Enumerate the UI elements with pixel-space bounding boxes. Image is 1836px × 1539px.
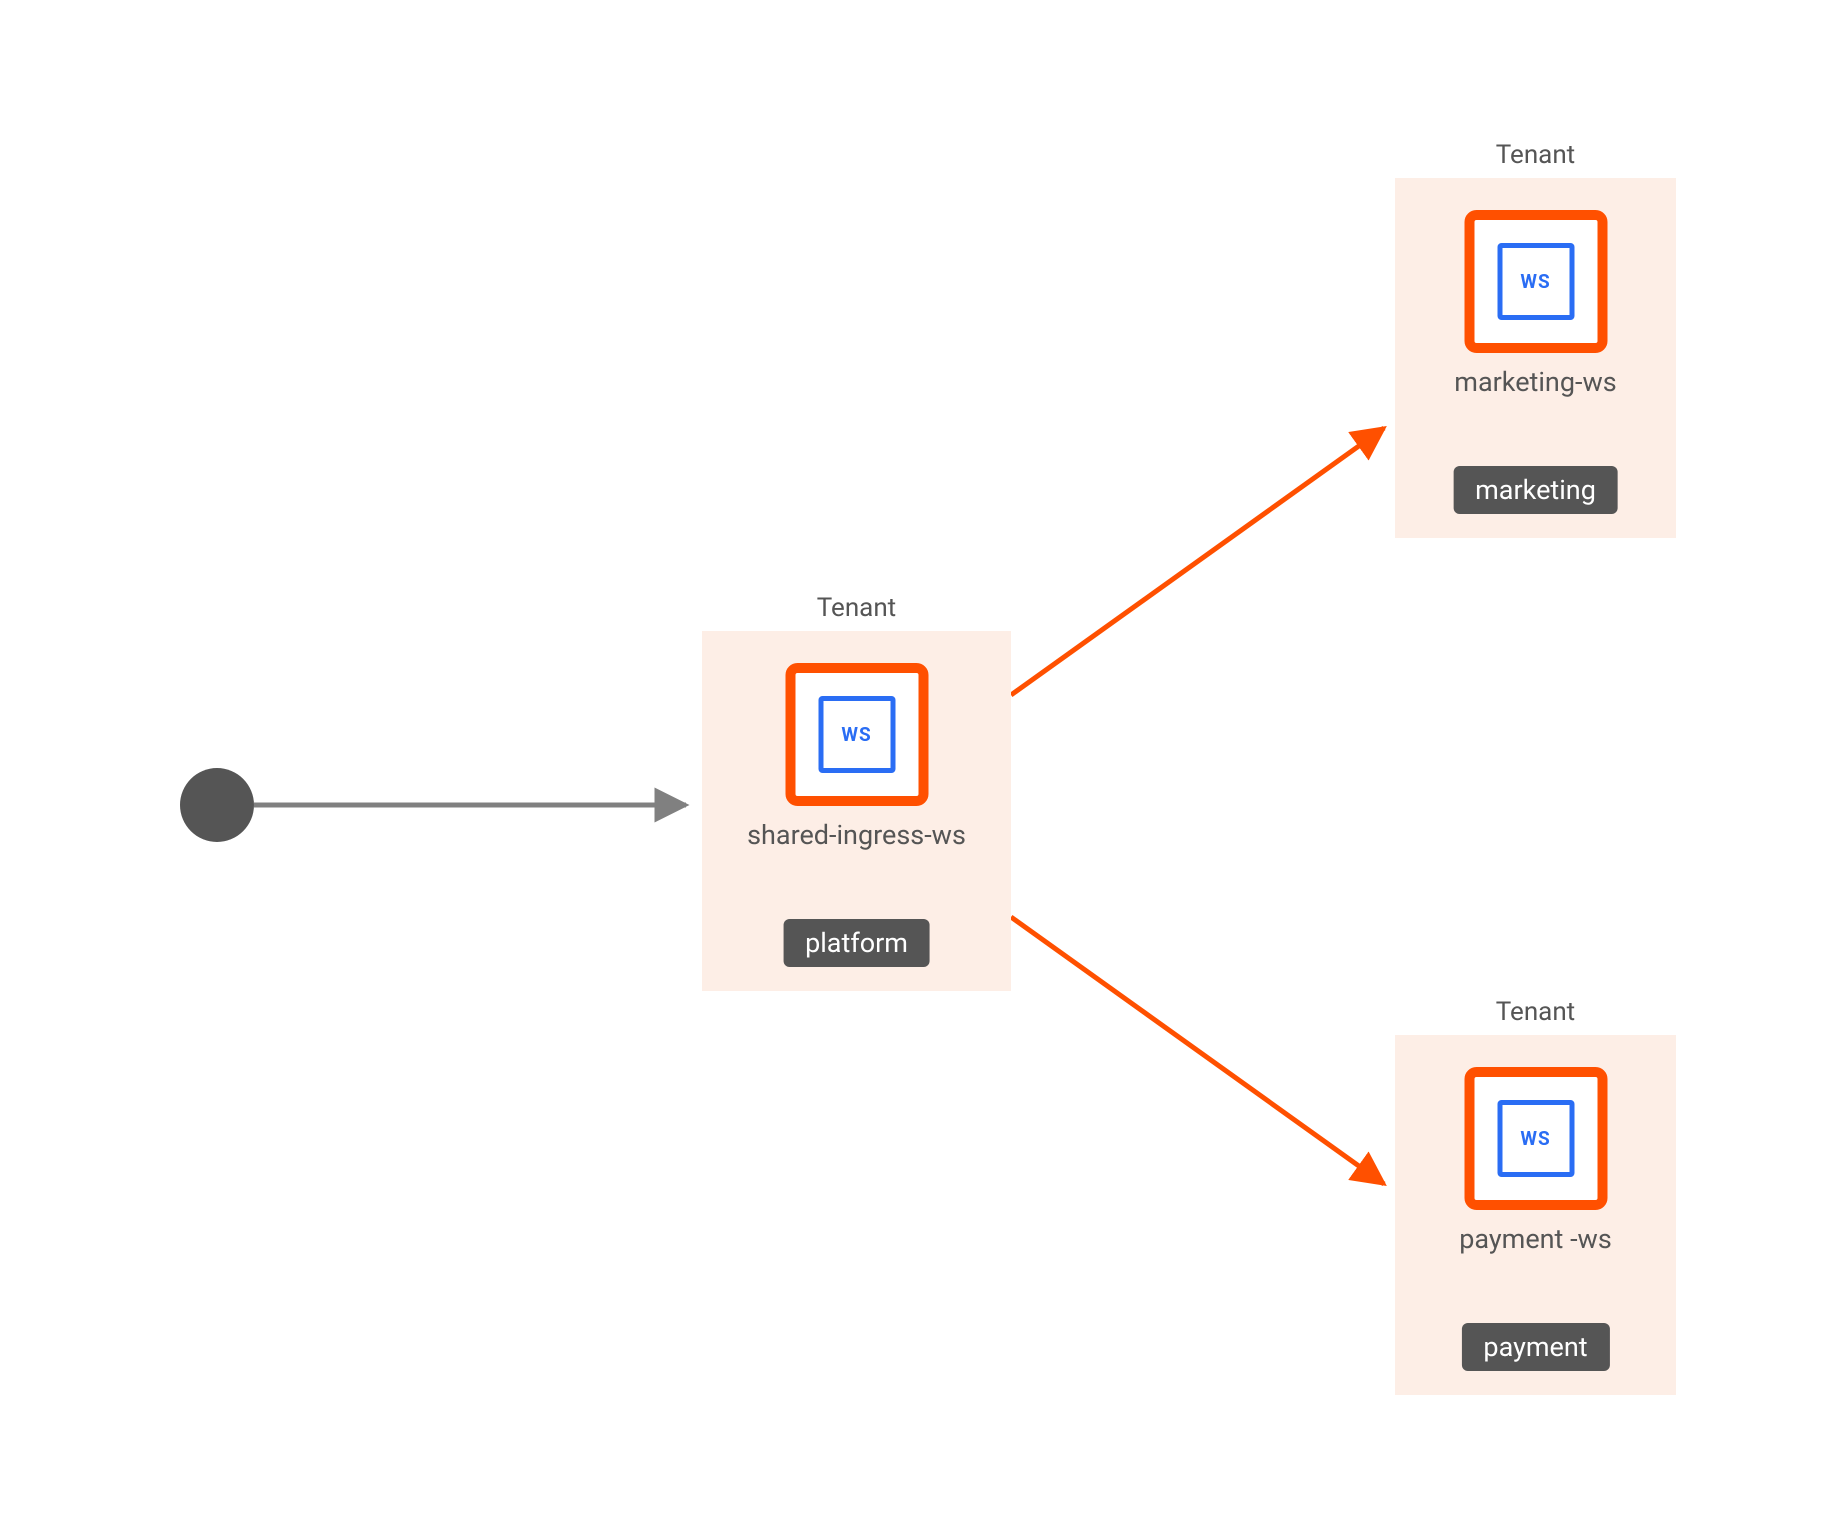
tenant-title: Tenant — [1395, 997, 1676, 1027]
tenant-title: Tenant — [702, 593, 1011, 623]
workspace-icon: WS — [785, 663, 928, 806]
workspace-name: shared-ingress-ws — [702, 819, 1011, 851]
edge-platform-to-payment — [1011, 917, 1384, 1184]
workspace-name: payment -ws — [1395, 1223, 1676, 1255]
ws-badge-text: WS — [841, 723, 871, 746]
workspace-icon: WS — [1464, 1067, 1607, 1210]
tenant-tag: payment — [1461, 1323, 1609, 1371]
edge-platform-to-marketing — [1011, 428, 1384, 695]
tenant-tag: platform — [783, 919, 930, 967]
ws-badge-text: WS — [1520, 270, 1550, 293]
tenant-payment: Tenant WS payment -ws payment — [1395, 1035, 1676, 1395]
tenant-marketing: Tenant WS marketing-ws marketing — [1395, 178, 1676, 538]
start-node — [180, 768, 254, 842]
workspace-icon: WS — [1464, 210, 1607, 353]
tenant-platform: Tenant WS shared-ingress-ws platform — [702, 631, 1011, 991]
diagram-canvas: Tenant WS shared-ingress-ws platform Ten… — [0, 0, 1836, 1539]
ws-badge-text: WS — [1520, 1127, 1550, 1150]
workspace-name: marketing-ws — [1395, 366, 1676, 398]
tenant-title: Tenant — [1395, 140, 1676, 170]
tenant-tag: marketing — [1453, 466, 1618, 514]
